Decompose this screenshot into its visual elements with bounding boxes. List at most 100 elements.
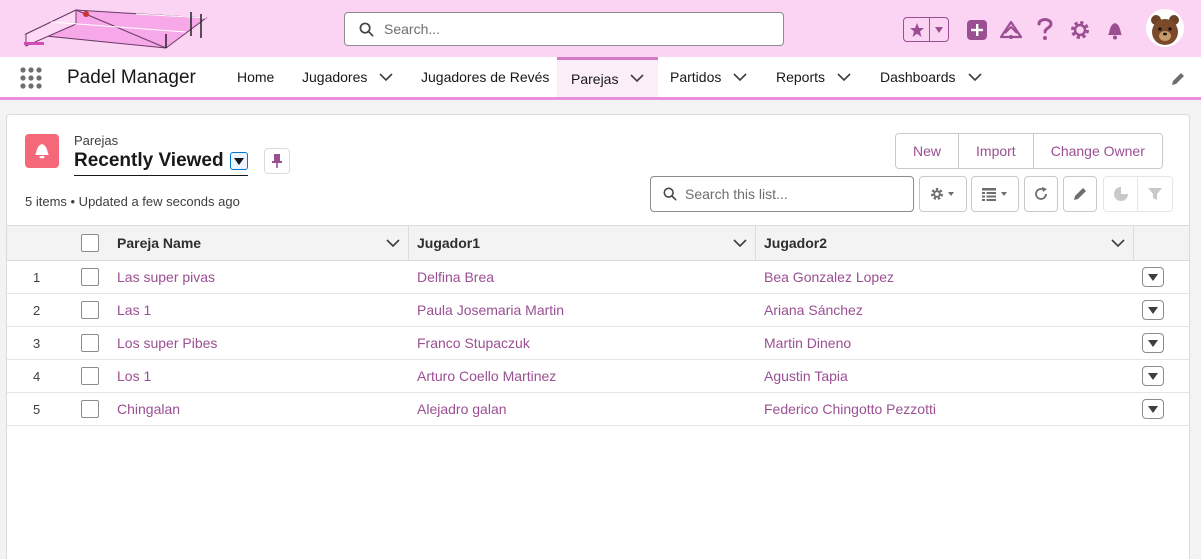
column-divider[interactable] [408,226,409,260]
edit-nav-icon[interactable] [1170,71,1186,87]
object-label: Parejas [74,133,119,148]
pareja-name-link[interactable]: Las super pivas [117,261,215,293]
column-header-label: Jugador1 [417,235,481,251]
chevron-down-icon[interactable] [733,72,747,82]
app-name: Padel Manager [67,67,196,88]
table-icon [982,188,1007,201]
nav-item-parejas[interactable]: Parejas [557,57,658,97]
import-button[interactable]: Import [959,134,1034,168]
pie-chart-icon [1113,187,1128,201]
table-row[interactable]: 3 Los super Pibes Franco Stupaczuk Marti… [7,327,1189,360]
row-checkbox[interactable] [81,367,99,385]
select-all-checkbox[interactable] [81,234,99,252]
global-header: Search... [0,0,1201,57]
nav-item-partidos[interactable]: Partidos [658,57,764,97]
app-launcher-icon[interactable] [19,66,43,90]
chevron-down-icon [1148,339,1158,347]
search-icon [359,22,374,36]
row-actions-button[interactable] [1142,333,1164,353]
jugador1-link[interactable]: Arturo Coello Martinez [417,360,556,392]
new-button[interactable]: New [896,134,960,168]
nav-item-label: Reports [776,69,826,85]
list-settings-button[interactable] [919,176,967,212]
nav-item-home[interactable]: Home [225,57,289,97]
trailhead-icon[interactable] [998,17,1024,42]
list-view-selector[interactable]: Recently Viewed [74,149,248,176]
chevron-down-icon[interactable] [930,18,948,41]
jugador1-link[interactable]: Paula Josemaria Martin [417,294,564,326]
gear-icon[interactable] [1069,17,1091,42]
inline-edit-button[interactable] [1063,176,1097,212]
pareja-name-link[interactable]: Los super Pibes [117,327,217,359]
global-search-placeholder: Search... [384,21,441,37]
row-actions-button[interactable] [1142,267,1164,287]
row-checkbox[interactable] [81,334,99,352]
nav-item-jugadores[interactable]: Jugadores [289,57,407,97]
row-checkbox[interactable] [81,268,99,286]
chart-filter-group [1103,176,1173,212]
refresh-button[interactable] [1024,176,1058,212]
chevron-down-icon[interactable] [379,72,393,82]
nav-item-dashboards[interactable]: Dashboards [867,57,992,97]
help-icon[interactable] [1034,15,1056,43]
change-owner-button[interactable]: Change Owner [1033,134,1162,168]
jugador2-link[interactable]: Federico Chingotto Pezzotti [764,393,936,425]
jugador2-link[interactable]: Ariana Sánchez [764,294,863,326]
column-header-pareja-name[interactable]: Pareja Name [117,226,407,260]
bell-icon[interactable] [1104,17,1126,42]
pareja-name-link[interactable]: Las 1 [117,294,151,326]
nav-item-jugadores-de-reves[interactable]: Jugadores de Revés [407,57,557,97]
nav-item-label: Home [237,69,275,85]
row-number: 1 [33,269,41,285]
add-icon[interactable] [966,17,988,42]
jugador2-link[interactable]: Martin Dineno [764,327,851,359]
nav-item-reports[interactable]: Reports [764,57,867,97]
row-number: 5 [33,401,41,417]
row-checkbox[interactable] [81,400,99,418]
pin-icon [272,154,282,168]
chevron-down-icon[interactable] [837,72,851,82]
column-divider[interactable] [755,226,756,260]
bell-object-icon [25,134,59,168]
chevron-down-icon[interactable] [1111,239,1125,248]
chevron-down-icon [1148,306,1158,314]
chart-button[interactable] [1104,177,1139,211]
jugador1-link[interactable]: Franco Stupaczuk [417,327,530,359]
row-actions-button[interactable] [1142,300,1164,320]
jugador1-link[interactable]: Delfina Brea [417,261,494,293]
table-row[interactable]: 5 Chingalan Alejadro galan Federico Chin… [7,393,1189,426]
row-actions-button[interactable] [1142,399,1164,419]
filter-button[interactable] [1138,177,1172,211]
filter-icon [1148,188,1162,200]
chevron-down-icon[interactable] [229,152,248,170]
pin-button[interactable] [264,148,290,174]
list-search-input[interactable]: Search this list... [650,176,914,212]
avatar[interactable] [1146,9,1184,47]
list-view-panel: Parejas Recently Viewed 5 items • Update… [6,114,1190,559]
jugador2-link[interactable]: Agustin Tapia [764,360,848,392]
jugador2-link[interactable]: Bea Gonzalez Lopez [764,261,894,293]
chevron-down-icon[interactable] [630,74,645,83]
nav-item-label: Parejas [571,70,619,87]
padel-court-logo[interactable] [16,4,216,52]
row-checkbox[interactable] [81,301,99,319]
jugador1-link[interactable]: Alejadro galan [417,393,507,425]
chevron-down-icon[interactable] [733,239,747,248]
chevron-down-icon[interactable] [386,239,400,248]
pencil-icon [1074,188,1086,200]
chevron-down-icon[interactable] [967,72,982,82]
pareja-name-link[interactable]: Los 1 [117,360,151,392]
row-actions-button[interactable] [1142,366,1164,386]
table-row[interactable]: 1 Las super pivas Delfina Brea Bea Gonza… [7,261,1189,294]
display-as-button[interactable] [971,176,1019,212]
column-divider[interactable] [1133,226,1134,260]
column-header-jugador1[interactable]: Jugador1 [417,226,747,260]
column-header-jugador2[interactable]: Jugador2 [764,226,1124,260]
favorites-button-group[interactable] [903,17,949,42]
table-row[interactable]: 2 Las 1 Paula Josemaria Martin Ariana Sá… [7,294,1189,327]
star-icon[interactable] [904,18,930,41]
table-row[interactable]: 4 Los 1 Arturo Coello Martinez Agustin T… [7,360,1189,393]
gear-icon [931,188,954,200]
pareja-name-link[interactable]: Chingalan [117,393,180,425]
global-search-input[interactable]: Search... [344,12,784,46]
